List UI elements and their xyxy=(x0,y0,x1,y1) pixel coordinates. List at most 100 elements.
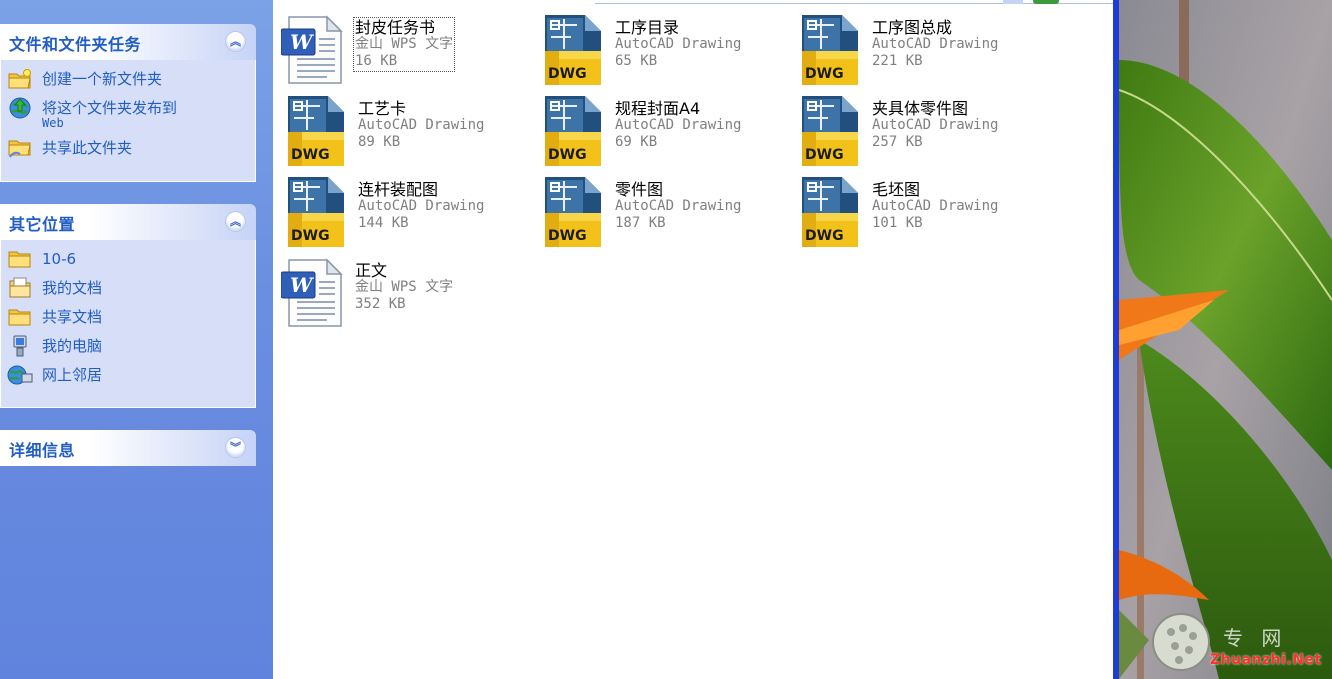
file-item[interactable]: DWG 工序目录 AutoCAD Drawing 65 KB xyxy=(541,15,791,85)
file-item[interactable]: DWG 夹具体零件图 AutoCAD Drawing 257 KB xyxy=(798,96,1048,166)
desktop-wallpaper: 专 网 Zhuanzhi.Net xyxy=(1119,0,1332,679)
dwg-badge: DWG xyxy=(548,66,587,82)
wps-doc-icon: W xyxy=(281,15,345,85)
details-title: 详细信息 xyxy=(9,441,76,460)
file-size: 89 KB xyxy=(358,134,401,150)
dwg-icon: DWG xyxy=(798,96,862,166)
file-size: 69 KB xyxy=(615,134,658,150)
wps-doc-icon: W xyxy=(281,258,345,328)
file-type: AutoCAD Drawing xyxy=(872,117,999,133)
place-10-6[interactable]: 10-6 xyxy=(7,248,255,277)
watermark-text: Zhuanzhi.Net xyxy=(1210,652,1322,668)
publish-web-icon xyxy=(7,97,33,119)
file-item[interactable]: DWG 连杆装配图 AutoCAD Drawing 144 KB xyxy=(284,177,534,247)
my-computer-icon xyxy=(7,335,33,357)
file-folder-tasks-panel: 文件和文件夹任务 ︽ 创建一个新文件夹 将这个文件夹发布到 Web 共享此文件夹 xyxy=(0,24,256,182)
file-item[interactable]: DWG 零件图 AutoCAD Drawing 187 KB xyxy=(541,177,791,247)
new-folder-icon xyxy=(7,68,33,90)
details-header[interactable]: 详细信息 ︾ xyxy=(0,430,256,466)
dwg-icon: DWG xyxy=(541,177,605,247)
file-size: 16 KB xyxy=(355,53,398,69)
file-item[interactable]: DWG 工序图总成 AutoCAD Drawing 221 KB xyxy=(798,15,1048,85)
task-new-folder[interactable]: 创建一个新文件夹 xyxy=(7,68,255,97)
place-shared-documents-label: 共享文档 xyxy=(42,308,103,326)
place-my-documents[interactable]: 我的文档 xyxy=(7,277,255,306)
file-folder-tasks-header[interactable]: 文件和文件夹任务 ︽ xyxy=(0,24,256,60)
other-places-title: 其它位置 xyxy=(9,215,76,234)
watermark-cn-text: 专 网 xyxy=(1223,626,1288,650)
file-type: AutoCAD Drawing xyxy=(358,198,485,214)
file-type: AutoCAD Drawing xyxy=(872,36,999,52)
other-places-header[interactable]: 其它位置 ︽ xyxy=(0,204,256,240)
share-folder-icon xyxy=(7,137,33,159)
task-share-folder-label: 共享此文件夹 xyxy=(42,139,133,157)
file-size: 65 KB xyxy=(615,53,658,69)
file-item[interactable]: DWG 工艺卡 AutoCAD Drawing 89 KB xyxy=(284,96,534,166)
file-name: 正文 xyxy=(355,261,388,280)
dwg-icon: DWG xyxy=(798,15,862,85)
dwg-badge: DWG xyxy=(805,228,844,244)
file-item[interactable]: W 封皮任务书 金山 WPS 文字 16 KB xyxy=(281,15,531,85)
dwg-badge: DWG xyxy=(291,147,330,163)
details-panel: 详细信息 ︾ xyxy=(0,430,256,466)
task-new-folder-label: 创建一个新文件夹 xyxy=(42,70,163,88)
file-type: AutoCAD Drawing xyxy=(615,198,742,214)
wps-badge: W xyxy=(290,273,315,297)
file-name: 工序目录 xyxy=(615,18,680,37)
dwg-icon: DWG xyxy=(284,96,348,166)
file-name: 规程封面A4 xyxy=(615,99,701,118)
file-item[interactable]: W 正文 金山 WPS 文字 352 KB xyxy=(281,258,531,328)
file-item[interactable]: DWG 毛坯图 AutoCAD Drawing 101 KB xyxy=(798,177,1048,247)
dwg-badge: DWG xyxy=(291,228,330,244)
place-my-computer-label: 我的电脑 xyxy=(42,337,103,355)
task-publish-web[interactable]: 将这个文件夹发布到 Web xyxy=(7,97,255,137)
file-size: 257 KB xyxy=(872,134,923,150)
file-type: 金山 WPS 文字 xyxy=(355,36,454,52)
task-publish-web-label: 将这个文件夹发布到 xyxy=(42,99,178,117)
dwg-icon: DWG xyxy=(798,177,862,247)
collapse-up-icon[interactable]: ︽ xyxy=(225,211,246,232)
collapse-up-icon[interactable]: ︽ xyxy=(225,31,246,52)
dwg-badge: DWG xyxy=(805,147,844,163)
file-size: 101 KB xyxy=(872,215,923,231)
file-type: AutoCAD Drawing xyxy=(872,198,999,214)
file-name: 毛坯图 xyxy=(872,180,921,199)
place-10-6-label: 10-6 xyxy=(42,250,77,268)
file-size: 187 KB xyxy=(615,215,666,231)
file-type: AutoCAD Drawing xyxy=(615,36,742,52)
shared-documents-icon xyxy=(7,306,33,328)
network-places-icon xyxy=(7,364,33,386)
address-dropdown-button[interactable] xyxy=(1003,0,1023,4)
file-name: 夹具体零件图 xyxy=(872,99,969,118)
task-publish-web-sublabel: Web xyxy=(42,116,64,130)
task-pane: 文件和文件夹任务 ︽ 创建一个新文件夹 将这个文件夹发布到 Web 共享此文件夹… xyxy=(0,0,273,679)
dwg-icon: DWG xyxy=(541,15,605,85)
dwg-badge: DWG xyxy=(548,228,587,244)
file-type: AutoCAD Drawing xyxy=(615,117,742,133)
dwg-icon: DWG xyxy=(541,96,605,166)
folder-icon xyxy=(7,248,33,270)
place-network-places-label: 网上邻居 xyxy=(42,366,103,384)
file-name: 连杆装配图 xyxy=(358,180,439,199)
my-documents-icon xyxy=(7,277,33,299)
file-name: 工序图总成 xyxy=(872,18,953,37)
go-button[interactable] xyxy=(1033,0,1059,4)
file-folder-tasks-body: 创建一个新文件夹 将这个文件夹发布到 Web 共享此文件夹 xyxy=(0,60,256,182)
wps-badge: W xyxy=(290,30,315,54)
place-shared-documents[interactable]: 共享文档 xyxy=(7,306,255,335)
dwg-badge: DWG xyxy=(805,66,844,82)
file-type: AutoCAD Drawing xyxy=(358,117,485,133)
file-name: 工艺卡 xyxy=(358,99,407,118)
dwg-badge: DWG xyxy=(548,147,587,163)
other-places-panel: 其它位置 ︽ 10-6 我的文档 共享文档 我的电脑 网上邻居 xyxy=(0,204,256,408)
file-folder-tasks-title: 文件和文件夹任务 xyxy=(9,35,142,54)
place-network-places[interactable]: 网上邻居 xyxy=(7,364,255,393)
place-my-documents-label: 我的文档 xyxy=(42,279,103,297)
file-size: 352 KB xyxy=(355,296,406,312)
task-share-folder[interactable]: 共享此文件夹 xyxy=(7,137,255,166)
file-name: 零件图 xyxy=(615,180,664,199)
place-my-computer[interactable]: 我的电脑 xyxy=(7,335,255,364)
address-bar-edge xyxy=(273,0,1300,6)
file-item[interactable]: DWG 规程封面A4 AutoCAD Drawing 69 KB xyxy=(541,96,791,166)
expand-down-icon[interactable]: ︾ xyxy=(225,437,246,458)
